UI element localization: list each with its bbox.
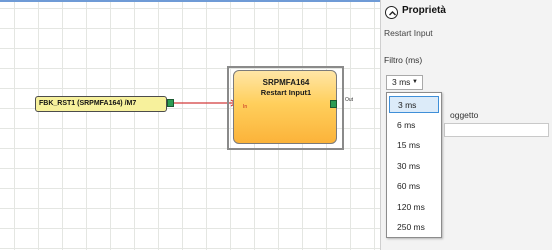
block-type-label: Restart Input xyxy=(384,28,433,38)
diagram-canvas[interactable]: FBK_RST1 (SRPMFA164) /M7 SRPMFA164 Resta… xyxy=(0,0,380,250)
block-output-pin-label: Out xyxy=(345,97,354,103)
collapse-chevron-up-icon[interactable] xyxy=(385,6,398,19)
filter-label: Filtro (ms) xyxy=(384,55,423,65)
dropdown-option[interactable]: 250 ms xyxy=(389,219,439,236)
chevron-down-icon[interactable]: ▼ xyxy=(412,76,418,89)
dropdown-option[interactable]: 120 ms xyxy=(389,199,439,216)
object-label: oggetto xyxy=(450,110,479,120)
dropdown-option[interactable]: 30 ms xyxy=(389,158,439,175)
dropdown-option[interactable]: 6 ms xyxy=(389,117,439,134)
block-input-pin-label: In xyxy=(243,104,248,110)
block-title: SRPMFA164 xyxy=(262,78,310,87)
dropdown-option[interactable]: 15 ms xyxy=(389,137,439,154)
properties-header[interactable]: Proprietà xyxy=(385,5,545,21)
dropdown-option[interactable]: 60 ms xyxy=(389,178,439,195)
block-output-port[interactable] xyxy=(330,100,337,108)
object-field[interactable] xyxy=(444,123,549,137)
filter-select-value: 3 ms xyxy=(392,77,411,87)
properties-title: Proprietà xyxy=(402,5,446,16)
filter-dropdown-list[interactable]: 3 ms 6 ms 15 ms 30 ms 60 ms 120 ms 250 ms xyxy=(386,92,442,238)
dropdown-option[interactable]: 3 ms xyxy=(389,96,439,113)
filter-select[interactable]: 3 ms ▼ xyxy=(386,75,423,90)
block-subtitle: Restart Input1 xyxy=(260,88,312,97)
function-block[interactable]: SRPMFA164 Restart Input1 In xyxy=(233,70,337,144)
